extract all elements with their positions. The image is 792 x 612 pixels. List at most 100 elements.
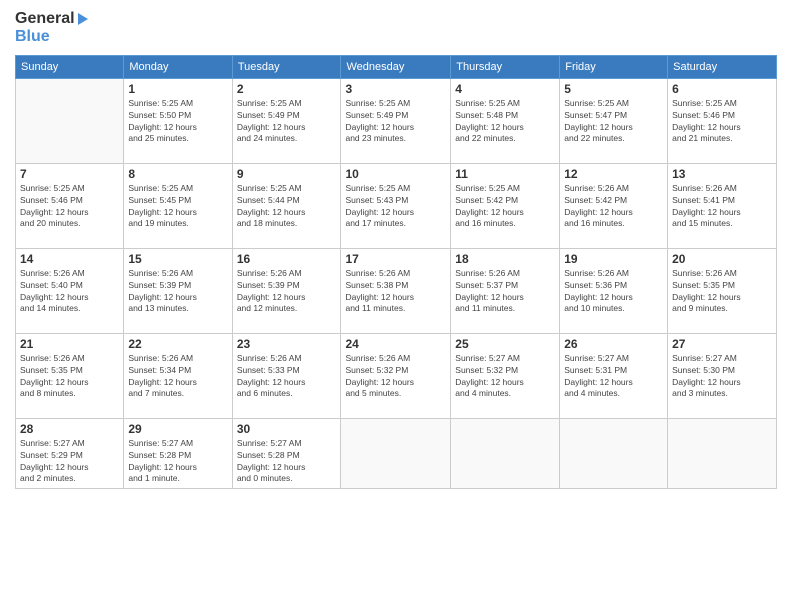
logo: General Blue xyxy=(15,10,88,47)
calendar-header-tuesday: Tuesday xyxy=(232,55,341,78)
calendar-cell: 12 Sunrise: 5:26 AM Sunset: 5:42 PM Dayli… xyxy=(560,163,668,248)
calendar-week-3: 14 Sunrise: 5:26 AM Sunset: 5:40 PM Dayli… xyxy=(16,248,777,333)
day-info: Sunrise: 5:25 AM Sunset: 5:42 PM Dayligh… xyxy=(455,183,555,231)
day-number: 4 xyxy=(455,82,555,96)
day-number: 7 xyxy=(20,167,119,181)
day-number: 29 xyxy=(128,422,227,436)
day-number: 30 xyxy=(237,422,337,436)
calendar-cell xyxy=(668,418,777,489)
day-info: Sunrise: 5:26 AM Sunset: 5:35 PM Dayligh… xyxy=(20,353,119,401)
calendar-cell: 13 Sunrise: 5:26 AM Sunset: 5:41 PM Dayli… xyxy=(668,163,777,248)
day-number: 15 xyxy=(128,252,227,266)
calendar-cell xyxy=(341,418,451,489)
calendar-cell: 23 Sunrise: 5:26 AM Sunset: 5:33 PM Dayli… xyxy=(232,333,341,418)
day-number: 25 xyxy=(455,337,555,351)
day-number: 6 xyxy=(672,82,772,96)
calendar-header-saturday: Saturday xyxy=(668,55,777,78)
day-number: 26 xyxy=(564,337,663,351)
calendar-week-1: 1 Sunrise: 5:25 AM Sunset: 5:50 PM Daylig… xyxy=(16,78,777,163)
calendar-cell: 29 Sunrise: 5:27 AM Sunset: 5:28 PM Dayli… xyxy=(124,418,232,489)
day-info: Sunrise: 5:27 AM Sunset: 5:32 PM Dayligh… xyxy=(455,353,555,401)
day-info: Sunrise: 5:26 AM Sunset: 5:33 PM Dayligh… xyxy=(237,353,337,401)
day-number: 9 xyxy=(237,167,337,181)
day-info: Sunrise: 5:27 AM Sunset: 5:31 PM Dayligh… xyxy=(564,353,663,401)
day-number: 12 xyxy=(564,167,663,181)
calendar-week-2: 7 Sunrise: 5:25 AM Sunset: 5:46 PM Daylig… xyxy=(16,163,777,248)
calendar-cell: 9Sunrise: 5:25 AM Sunset: 5:44 PM Daylig… xyxy=(232,163,341,248)
day-number: 1 xyxy=(128,82,227,96)
day-info: Sunrise: 5:27 AM Sunset: 5:28 PM Dayligh… xyxy=(237,438,337,486)
calendar-header-friday: Friday xyxy=(560,55,668,78)
day-info: Sunrise: 5:27 AM Sunset: 5:30 PM Dayligh… xyxy=(672,353,772,401)
day-info: Sunrise: 5:26 AM Sunset: 5:42 PM Dayligh… xyxy=(564,183,663,231)
day-info: Sunrise: 5:26 AM Sunset: 5:39 PM Dayligh… xyxy=(128,268,227,316)
calendar-cell: 22 Sunrise: 5:26 AM Sunset: 5:34 PM Dayli… xyxy=(124,333,232,418)
day-number: 21 xyxy=(20,337,119,351)
calendar-cell: 4Sunrise: 5:25 AM Sunset: 5:48 PM Daylig… xyxy=(451,78,560,163)
calendar-cell: 27 Sunrise: 5:27 AM Sunset: 5:30 PM Dayli… xyxy=(668,333,777,418)
day-number: 20 xyxy=(672,252,772,266)
day-number: 18 xyxy=(455,252,555,266)
day-info: Sunrise: 5:26 AM Sunset: 5:32 PM Dayligh… xyxy=(345,353,446,401)
calendar-cell: 20 Sunrise: 5:26 AM Sunset: 5:35 PM Dayli… xyxy=(668,248,777,333)
calendar-cell: 7 Sunrise: 5:25 AM Sunset: 5:46 PM Daylig… xyxy=(16,163,124,248)
day-info: Sunrise: 5:26 AM Sunset: 5:40 PM Dayligh… xyxy=(20,268,119,316)
day-info: Sunrise: 5:26 AM Sunset: 5:37 PM Dayligh… xyxy=(455,268,555,316)
day-number: 23 xyxy=(237,337,337,351)
day-info: Sunrise: 5:27 AM Sunset: 5:28 PM Dayligh… xyxy=(128,438,227,486)
day-info: Sunrise: 5:25 AM Sunset: 5:45 PM Dayligh… xyxy=(128,183,227,231)
day-number: 28 xyxy=(20,422,119,436)
day-info: Sunrise: 5:25 AM Sunset: 5:49 PM Dayligh… xyxy=(345,98,446,146)
page: General Blue SundayMondayTuesdayWednesda… xyxy=(0,0,792,612)
calendar-cell: 25 Sunrise: 5:27 AM Sunset: 5:32 PM Dayli… xyxy=(451,333,560,418)
calendar-header-wednesday: Wednesday xyxy=(341,55,451,78)
day-info: Sunrise: 5:26 AM Sunset: 5:38 PM Dayligh… xyxy=(345,268,446,316)
day-number: 5 xyxy=(564,82,663,96)
logo-text: General Blue xyxy=(15,10,88,47)
calendar-cell: 28Sunrise: 5:27 AM Sunset: 5:29 PM Dayli… xyxy=(16,418,124,489)
day-number: 11 xyxy=(455,167,555,181)
header: General Blue xyxy=(15,10,777,47)
calendar-cell: 17 Sunrise: 5:26 AM Sunset: 5:38 PM Dayli… xyxy=(341,248,451,333)
calendar-cell: 3 Sunrise: 5:25 AM Sunset: 5:49 PM Daylig… xyxy=(341,78,451,163)
calendar-cell: 19 Sunrise: 5:26 AM Sunset: 5:36 PM Dayli… xyxy=(560,248,668,333)
day-number: 17 xyxy=(345,252,446,266)
calendar-week-5: 28Sunrise: 5:27 AM Sunset: 5:29 PM Dayli… xyxy=(16,418,777,489)
calendar-cell xyxy=(560,418,668,489)
day-number: 22 xyxy=(128,337,227,351)
day-number: 8 xyxy=(128,167,227,181)
calendar-cell: 2 Sunrise: 5:25 AM Sunset: 5:49 PM Daylig… xyxy=(232,78,341,163)
calendar-cell: 26 Sunrise: 5:27 AM Sunset: 5:31 PM Dayli… xyxy=(560,333,668,418)
day-number: 19 xyxy=(564,252,663,266)
day-info: Sunrise: 5:26 AM Sunset: 5:34 PM Dayligh… xyxy=(128,353,227,401)
day-info: Sunrise: 5:26 AM Sunset: 5:41 PM Dayligh… xyxy=(672,183,772,231)
day-number: 2 xyxy=(237,82,337,96)
calendar-cell xyxy=(451,418,560,489)
calendar-cell xyxy=(16,78,124,163)
day-info: Sunrise: 5:26 AM Sunset: 5:35 PM Dayligh… xyxy=(672,268,772,316)
calendar-cell: 21 Sunrise: 5:26 AM Sunset: 5:35 PM Dayli… xyxy=(16,333,124,418)
calendar-cell: 8 Sunrise: 5:25 AM Sunset: 5:45 PM Daylig… xyxy=(124,163,232,248)
day-number: 24 xyxy=(345,337,446,351)
day-number: 27 xyxy=(672,337,772,351)
day-number: 3 xyxy=(345,82,446,96)
day-number: 16 xyxy=(237,252,337,266)
day-info: Sunrise: 5:25 AM Sunset: 5:43 PM Dayligh… xyxy=(345,183,446,231)
calendar-header-sunday: Sunday xyxy=(16,55,124,78)
logo-blue: Blue xyxy=(15,28,88,46)
calendar-header-monday: Monday xyxy=(124,55,232,78)
calendar-cell: 1 Sunrise: 5:25 AM Sunset: 5:50 PM Daylig… xyxy=(124,78,232,163)
calendar-header-row: SundayMondayTuesdayWednesdayThursdayFrid… xyxy=(16,55,777,78)
day-info: Sunrise: 5:25 AM Sunset: 5:46 PM Dayligh… xyxy=(20,183,119,231)
calendar-cell: 5Sunrise: 5:25 AM Sunset: 5:47 PM Daylig… xyxy=(560,78,668,163)
day-info: Sunrise: 5:26 AM Sunset: 5:36 PM Dayligh… xyxy=(564,268,663,316)
day-number: 13 xyxy=(672,167,772,181)
calendar-cell: 18 Sunrise: 5:26 AM Sunset: 5:37 PM Dayli… xyxy=(451,248,560,333)
calendar-week-4: 21 Sunrise: 5:26 AM Sunset: 5:35 PM Dayli… xyxy=(16,333,777,418)
day-number: 14 xyxy=(20,252,119,266)
calendar-header-thursday: Thursday xyxy=(451,55,560,78)
day-info: Sunrise: 5:25 AM Sunset: 5:49 PM Dayligh… xyxy=(237,98,337,146)
day-number: 10 xyxy=(345,167,446,181)
day-info: Sunrise: 5:25 AM Sunset: 5:50 PM Dayligh… xyxy=(128,98,227,146)
calendar-cell: 24 Sunrise: 5:26 AM Sunset: 5:32 PM Dayli… xyxy=(341,333,451,418)
